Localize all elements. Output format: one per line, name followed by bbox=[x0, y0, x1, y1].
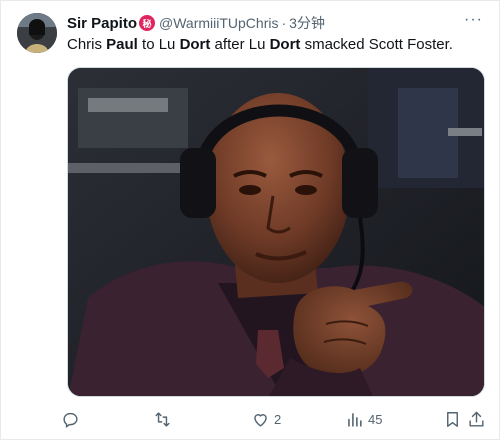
reply-button[interactable] bbox=[61, 406, 84, 432]
share-icon bbox=[469, 411, 484, 427]
action-bar: 2 45 bbox=[61, 406, 485, 432]
separator: · bbox=[281, 15, 287, 31]
heart-icon bbox=[254, 413, 267, 427]
tweet-text-part: Chris bbox=[67, 36, 107, 53]
views-button[interactable]: 45 bbox=[345, 406, 382, 432]
bookmark-button[interactable] bbox=[443, 406, 462, 432]
retweet-icon bbox=[155, 411, 170, 427]
tweet-text-part: smacked Scott Foster. bbox=[300, 36, 453, 53]
tweet-media[interactable] bbox=[67, 67, 485, 397]
avatar[interactable] bbox=[17, 13, 57, 53]
share-button[interactable] bbox=[467, 406, 486, 432]
author-handle[interactable]: @WarmiiiTUpChris bbox=[159, 15, 278, 31]
author-name[interactable]: Sir Papito bbox=[67, 15, 137, 32]
like-count: 2 bbox=[274, 411, 282, 427]
like-button[interactable]: 2 bbox=[251, 406, 281, 432]
tweet-card[interactable]: Sir Papito 秘 @WarmiiiTUpChris · 3分钟 ··· … bbox=[0, 0, 500, 440]
tweet-header: Sir Papito 秘 @WarmiiiTUpChris · 3分钟 ··· bbox=[67, 11, 483, 33]
bookmark-icon bbox=[447, 411, 458, 427]
retweet-button[interactable] bbox=[153, 406, 176, 432]
media-image bbox=[68, 68, 484, 396]
views-icon bbox=[348, 412, 362, 427]
more-options-icon[interactable]: ··· bbox=[464, 11, 483, 29]
views-count: 45 bbox=[368, 411, 383, 427]
reply-icon bbox=[63, 412, 78, 428]
tweet-text: Chris Paul to Lu Dort after Lu Dort smac… bbox=[67, 35, 483, 55]
badge-icon: 秘 bbox=[139, 15, 156, 31]
tweet-text-part: after Lu bbox=[210, 36, 270, 53]
avatar-image bbox=[17, 13, 57, 53]
tweet-text-part: Dort bbox=[179, 36, 211, 53]
timestamp[interactable]: 3分钟 bbox=[289, 13, 325, 33]
tweet-text-part: Paul bbox=[106, 36, 138, 53]
tweet-text-part: Dort bbox=[269, 36, 301, 53]
tweet-text-part: to Lu bbox=[137, 36, 180, 53]
